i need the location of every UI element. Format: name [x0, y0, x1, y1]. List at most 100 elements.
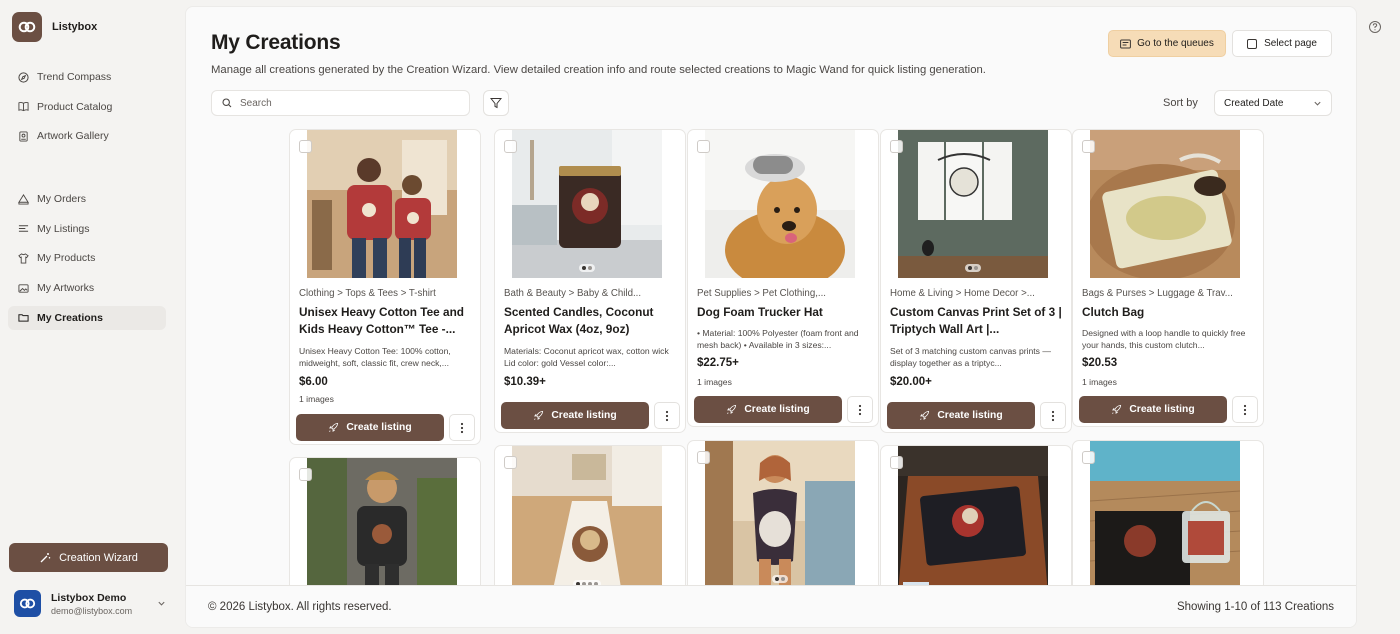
creation-card[interactable]: Pet Supplies > Pet Clothing,... Dog Foam… [687, 129, 879, 427]
product-image[interactable] [898, 446, 1048, 594]
card-checkbox[interactable] [1082, 140, 1095, 153]
brand[interactable]: Listybox [12, 12, 97, 42]
more-vertical-icon [1243, 404, 1247, 415]
product-image[interactable] [512, 130, 662, 278]
card-category: Home & Living > Home Decor >... [890, 288, 1035, 299]
creation-card[interactable] [880, 445, 1072, 597]
more-options-button[interactable] [1232, 396, 1258, 423]
product-image[interactable] [705, 441, 855, 589]
product-image[interactable] [705, 130, 855, 278]
create-listing-label: Create listing [937, 410, 1003, 421]
create-listing-label: Create listing [1129, 404, 1195, 415]
card-description: • Material: 100% Polyester (foam front a… [697, 328, 859, 350]
sort-select[interactable]: Created Date [1214, 90, 1332, 116]
creation-card[interactable] [289, 457, 481, 597]
queue-icon [1120, 39, 1132, 48]
create-listing-button[interactable]: Create listing [1079, 396, 1227, 423]
product-image[interactable] [898, 130, 1048, 278]
create-listing-button[interactable]: Create listing [501, 402, 649, 429]
card-checkbox[interactable] [1082, 451, 1095, 464]
more-vertical-icon [460, 422, 464, 433]
more-vertical-icon [1051, 410, 1055, 421]
user-menu[interactable]: Listybox Demo demo@listybox.com [14, 590, 166, 617]
image-carousel-dots[interactable] [579, 264, 595, 272]
creation-card[interactable]: Home & Living > Home Decor >... Custom C… [880, 129, 1072, 433]
creation-card[interactable]: Clothing > Tops & Tees > T-shirt Unisex … [289, 129, 481, 445]
creation-card[interactable] [1072, 440, 1264, 597]
sidebar-item-my-creations[interactable]: My Creations [8, 305, 166, 330]
card-title[interactable]: Unisex Heavy Cotton Tee and Kids Heavy C… [299, 304, 474, 338]
create-listing-button[interactable]: Create listing [296, 414, 444, 441]
sidebar-item-label: My Creations [37, 311, 103, 324]
orders-icon [18, 193, 29, 205]
product-image[interactable] [1090, 130, 1240, 278]
card-price: $20.00+ [890, 376, 932, 388]
card-checkbox[interactable] [299, 140, 312, 153]
rocket-icon [1112, 404, 1122, 414]
card-checkbox[interactable] [890, 140, 903, 153]
card-title[interactable]: Dog Foam Trucker Hat [697, 304, 872, 321]
select-page-button[interactable]: Select page [1232, 30, 1332, 57]
main-panel: My Creations Manage all creations genera… [185, 6, 1357, 628]
creation-card[interactable]: Bath & Beauty > Baby & Child... Scented … [494, 129, 686, 433]
image-carousel-dots[interactable] [965, 264, 981, 272]
user-name: Listybox Demo [51, 591, 127, 604]
go-to-queues-button[interactable]: Go to the queues [1108, 30, 1226, 57]
card-title[interactable]: Custom Canvas Print Set of 3 | Triptych … [890, 304, 1065, 338]
product-image[interactable] [512, 446, 662, 594]
card-checkbox[interactable] [299, 468, 312, 481]
sidebar-item-trend-compass[interactable]: Trend Compass [8, 65, 166, 89]
sidebar-item-my-orders[interactable]: My Orders [8, 187, 166, 211]
card-price: $22.75+ [697, 357, 739, 369]
card-title[interactable]: Scented Candles, Coconut Apricot Wax (4o… [504, 304, 679, 338]
create-listing-button[interactable]: Create listing [694, 396, 842, 423]
creation-card[interactable]: Bags & Purses > Luggage & Trav... Clutch… [1072, 129, 1264, 427]
card-price: $10.39+ [504, 376, 546, 388]
more-options-button[interactable] [654, 402, 680, 429]
nav-group-discover: Trend Compass Product Catalog Artwork Ga… [8, 65, 166, 154]
nav-group-manage: My Orders My Listings My Products My Art… [8, 187, 166, 335]
sidebar-item-product-catalog[interactable]: Product Catalog [8, 95, 166, 119]
gallery-icon [19, 131, 28, 142]
card-category: Bath & Beauty > Baby & Child... [504, 288, 642, 299]
avatar [14, 590, 41, 617]
filter-button[interactable] [483, 90, 509, 116]
creation-wizard-button[interactable]: Creation Wizard [9, 543, 168, 572]
more-options-button[interactable] [847, 396, 873, 423]
rocket-icon [920, 410, 930, 420]
card-price: $20.53 [1082, 357, 1118, 369]
card-checkbox[interactable] [504, 140, 517, 153]
card-checkbox[interactable] [697, 140, 710, 153]
card-image-count: 1 images [299, 394, 334, 404]
sidebar-item-my-artworks[interactable]: My Artworks [8, 276, 166, 300]
list-icon [18, 225, 29, 232]
sidebar-item-artwork-gallery[interactable]: Artwork Gallery [8, 124, 166, 148]
creation-card[interactable] [494, 445, 686, 597]
artwork-icon [18, 283, 29, 293]
filter-icon [490, 98, 502, 109]
product-image[interactable] [307, 458, 457, 596]
card-title[interactable]: Clutch Bag [1082, 304, 1257, 321]
sidebar-item-my-listings[interactable]: My Listings [8, 217, 166, 241]
more-vertical-icon [665, 410, 669, 421]
creation-card[interactable] [687, 440, 879, 597]
product-image[interactable] [1090, 441, 1240, 589]
checkbox-icon [1247, 38, 1258, 49]
sidebar-item-label: My Orders [37, 193, 87, 205]
chevron-down-icon[interactable] [157, 599, 166, 608]
help-icon[interactable] [1368, 20, 1382, 34]
more-options-button[interactable] [1040, 402, 1066, 429]
more-vertical-icon [858, 404, 862, 415]
card-checkbox[interactable] [697, 451, 710, 464]
pagination-summary: Showing 1-10 of 113 Creations [1176, 601, 1334, 613]
create-listing-button[interactable]: Create listing [887, 402, 1035, 429]
product-image[interactable] [307, 130, 457, 278]
card-checkbox[interactable] [504, 456, 517, 469]
image-carousel-dots[interactable] [772, 575, 788, 583]
card-price: $6.00 [299, 376, 328, 388]
wand-icon [40, 552, 51, 562]
search-input[interactable] [240, 97, 460, 109]
more-options-button[interactable] [449, 414, 475, 441]
sidebar-item-my-products[interactable]: My Products [8, 246, 166, 270]
card-checkbox[interactable] [890, 456, 903, 469]
